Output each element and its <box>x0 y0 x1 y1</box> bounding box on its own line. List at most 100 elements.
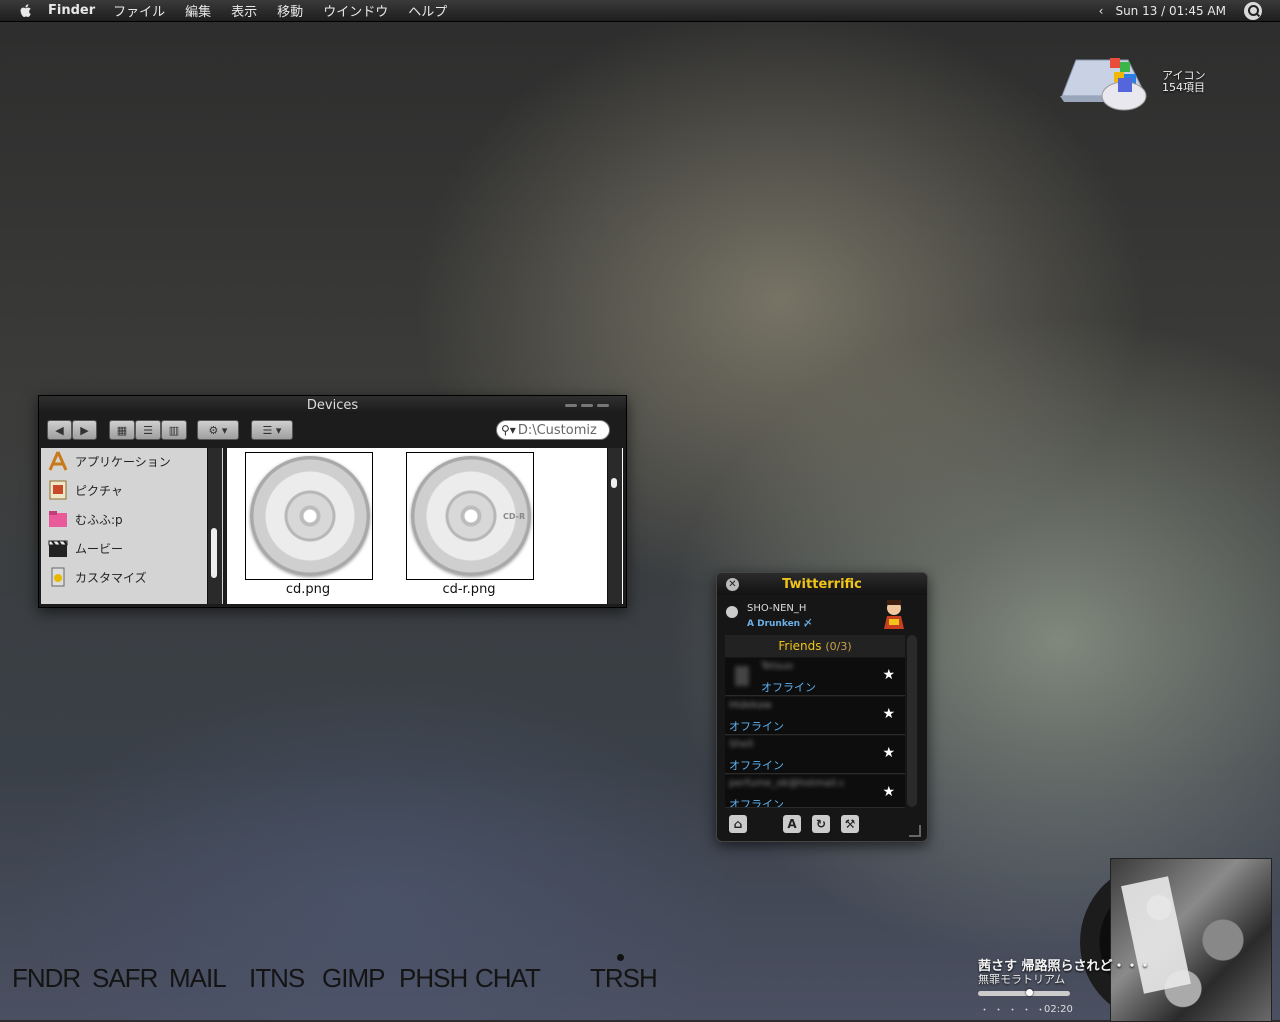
content-scroll-thumb[interactable] <box>611 478 617 488</box>
friend-row[interactable]: Tetsuo オフライン ★ <box>725 658 905 696</box>
finder-title[interactable]: Devices <box>39 396 626 414</box>
font-icon[interactable]: A <box>783 815 801 833</box>
refresh-icon[interactable]: ↻ <box>812 815 830 833</box>
list-view-button[interactable]: ☰ <box>135 420 161 440</box>
wrench-icon[interactable]: ⚒ <box>841 815 859 833</box>
album-title: 無罪モラトリアム <box>978 973 1066 986</box>
friend-row[interactable]: Shell オフライン ★ <box>725 736 905 774</box>
star-icon[interactable]: ★ <box>882 745 895 761</box>
track-time: 02:20 <box>1044 1004 1073 1015</box>
group-count: (0/3) <box>825 640 852 653</box>
menu-view[interactable]: 表示 <box>231 1 257 20</box>
menu-bar: Finder ファイル 編集 表示 移動 ウインドウ ヘルプ ‹ Sun 13 … <box>0 0 1280 22</box>
back-button[interactable]: ◀ <box>47 420 72 440</box>
finder-window: Devices ◀ ▶ ▦ ☰ ▥ ⚙ ▾ ☰ ▾ ⚲▾ D:\Customiz… <box>38 395 627 608</box>
sidebar-item-label: ピクチャ <box>75 483 123 498</box>
dock-item-safari[interactable]: SAFR <box>92 963 158 994</box>
action-gear-button[interactable]: ⚙ ▾ <box>197 420 239 440</box>
friends-scrollbar[interactable] <box>907 635 917 807</box>
file-thumbnail[interactable] <box>245 452 373 580</box>
sidebar-item-label: ムービー <box>75 541 124 556</box>
friends-group-header[interactable]: Friends (0/3) <box>725 635 905 657</box>
avatar[interactable] <box>881 599 907 629</box>
arrange-button[interactable]: ☰ ▾ <box>251 420 293 440</box>
sidebar-item-label: カスタマイズ <box>75 570 147 585</box>
track-progress-bar[interactable] <box>978 991 1070 996</box>
content-scrollbar[interactable] <box>607 448 622 604</box>
file-thumbnail[interactable]: CD-R <box>406 452 534 580</box>
finder-content: cd.png CD-R cd-r.png <box>227 448 623 604</box>
dock-item-gimp[interactable]: GIMP <box>322 963 385 994</box>
zoom-window-button[interactable] <box>597 404 609 407</box>
sidebar-scroll-thumb[interactable] <box>211 528 217 578</box>
forward-button[interactable]: ▶ <box>72 420 97 440</box>
menu-help[interactable]: ヘルプ <box>408 1 447 20</box>
search-input-value[interactable]: D:\Customiz <box>518 423 597 438</box>
folder-pink-icon <box>49 511 67 527</box>
chevron-left-icon[interactable]: ‹ <box>1099 4 1104 18</box>
dock-item-mail[interactable]: MAIL <box>169 963 227 994</box>
friend-name: Shell <box>729 739 754 750</box>
spotlight-search-icon[interactable] <box>1244 1 1262 20</box>
applications-icon <box>48 451 68 471</box>
friend-name: perfume_ok@hotmail.c <box>729 778 845 789</box>
icon-view-button[interactable]: ▦ <box>109 420 135 440</box>
running-indicator <box>617 954 624 961</box>
twitter-status: A Drunken 〆 <box>747 619 813 629</box>
movies-clapper-icon <box>48 540 68 557</box>
menu-edit[interactable]: 編集 <box>185 1 211 20</box>
sidebar-item-applications[interactable]: アプリケーション <box>47 448 171 474</box>
star-icon[interactable]: ★ <box>882 667 895 683</box>
customize-icon <box>51 567 65 587</box>
menu-go[interactable]: 移動 <box>277 1 303 20</box>
friend-status: オフライン <box>729 720 784 733</box>
search-icon: ⚲▾ <box>501 423 516 437</box>
close-icon[interactable]: ✕ <box>726 578 739 591</box>
home-icon[interactable]: ⌂ <box>729 815 747 833</box>
friend-row[interactable]: Hidekaw オフライン ★ <box>725 697 905 735</box>
menu-window[interactable]: ウインドウ <box>323 1 388 20</box>
menu-app-name[interactable]: Finder <box>48 3 95 18</box>
desktop-icon-count: 154項目 <box>1162 81 1205 94</box>
friend-name: Tetsuo <box>761 661 794 672</box>
progress-knob[interactable] <box>1025 989 1033 996</box>
cd-r-disc-icon: CD-R <box>411 456 531 576</box>
sidebar-scrollbar[interactable] <box>207 448 222 604</box>
friend-status: オフライン <box>729 798 784 808</box>
star-icon[interactable]: ★ <box>882 784 895 800</box>
disc-label: CD-R <box>503 512 526 521</box>
resize-handle-icon[interactable] <box>909 825 921 837</box>
rating-dots[interactable]: ・・・・・ <box>980 1003 1050 1016</box>
sidebar-item-pictures[interactable]: ピクチャ <box>47 477 123 503</box>
sidebar-item-customize[interactable]: カスタマイズ <box>47 564 147 590</box>
sidebar-item-label: アプリケーション <box>75 454 171 469</box>
friend-row[interactable]: perfume_ok@hotmail.c オフライン ★ <box>725 775 905 808</box>
twitter-username: SHO-NEN_H <box>747 603 807 614</box>
finder-sidebar: アプリケーション ピクチャ むふふ:p ムービー カスタマイズ <box>41 448 223 604</box>
dock-item-chat[interactable]: CHAT <box>475 963 541 994</box>
star-icon[interactable]: ★ <box>882 706 895 722</box>
menubar-clock[interactable]: Sun 13 / 01:45 AM <box>1115 4 1226 18</box>
twitterrific-window: Twitterrific ✕ SHO-NEN_H A Drunken 〆 Fri… <box>716 572 928 842</box>
file-name[interactable]: cd.png <box>245 582 371 597</box>
finder-search-field[interactable]: ⚲▾ D:\Customiz <box>496 420 610 440</box>
minimize-window-button[interactable] <box>581 404 593 407</box>
sidebar-item-label: むふふ:p <box>75 512 123 527</box>
pictures-icon <box>49 480 67 500</box>
sidebar-item-movies[interactable]: ムービー <box>47 535 123 561</box>
menu-file[interactable]: ファイル <box>113 1 165 20</box>
dock-item-itunes[interactable]: ITNS <box>249 963 305 994</box>
file-name[interactable]: cd-r.png <box>406 582 532 597</box>
favorite-icon[interactable] <box>726 606 738 618</box>
friend-name: Hidekaw <box>729 700 772 711</box>
cd-disc-icon <box>250 456 370 576</box>
dock-item-finder[interactable]: FNDR <box>12 963 81 994</box>
sidebar-item-mufufu[interactable]: むふふ:p <box>47 506 123 532</box>
column-view-button[interactable]: ▥ <box>161 420 187 440</box>
dock-item-photoshop[interactable]: PHSH <box>399 963 468 994</box>
dock-item-trash[interactable]: TRSH <box>590 963 658 994</box>
twitterrific-title[interactable]: Twitterrific <box>717 573 927 595</box>
apple-menu-icon[interactable] <box>18 3 34 19</box>
desktop-folder-icon[interactable] <box>1058 52 1158 114</box>
close-window-button[interactable] <box>565 404 577 407</box>
